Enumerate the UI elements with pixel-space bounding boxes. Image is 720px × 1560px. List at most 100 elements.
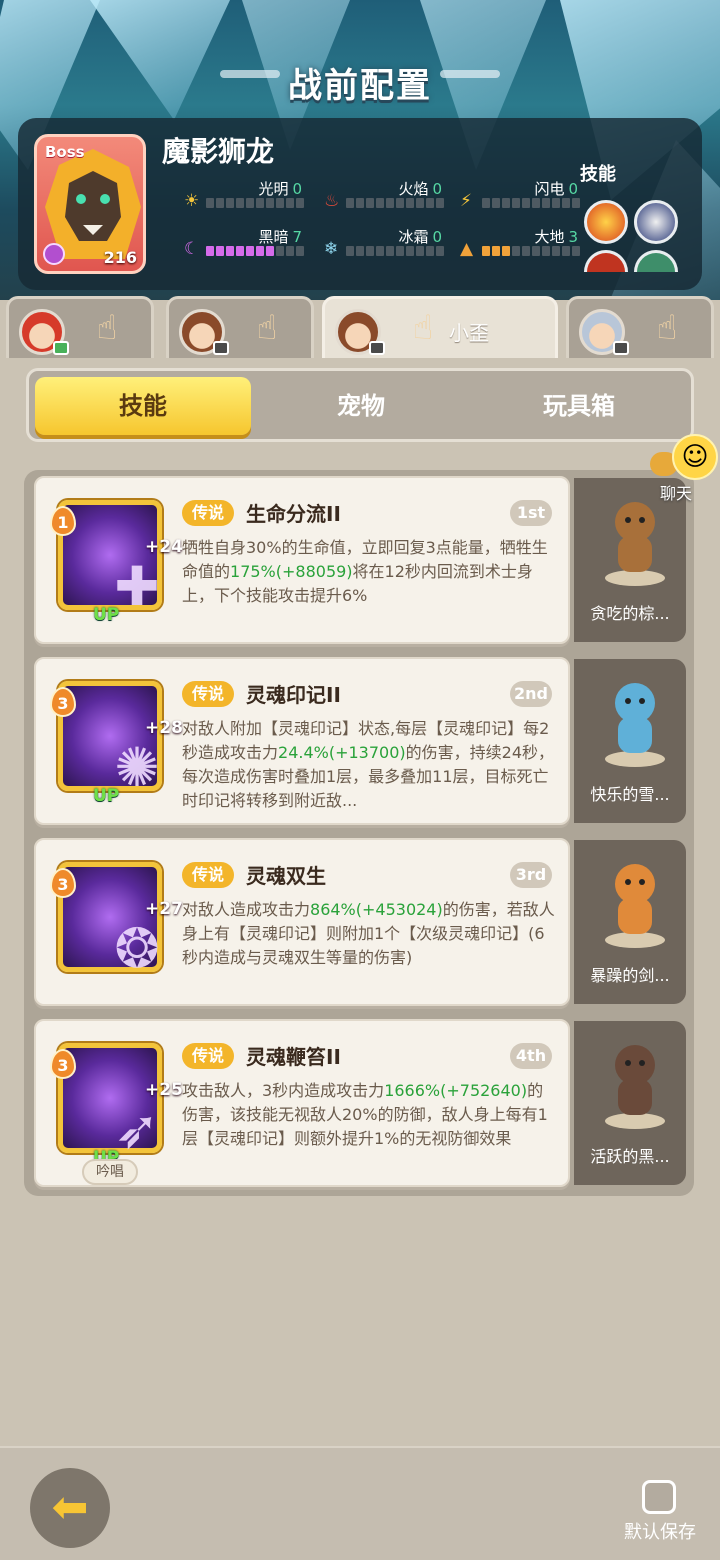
- chant-badge: 吟唱: [82, 1159, 138, 1185]
- tab-pets[interactable]: 宠物: [253, 377, 469, 435]
- upgrade-badge: UP: [93, 786, 120, 806]
- element-level-bar: [206, 246, 304, 256]
- skill-order: 1st: [510, 500, 552, 526]
- skill-description: 攻击敌人，3秒内造成攻击力1666%(+752640)的伤害，该技能无视敌人20…: [182, 1081, 548, 1148]
- pet-card[interactable]: 活跃的黑...: [574, 1021, 686, 1185]
- pet-name: 暴躁的剑...: [590, 966, 670, 985]
- skill-card[interactable]: ✺ +28 UP 3 传说 灵魂印记II 2nd 对敌人附加【灵魂印记】状态,每层【灵魂印记】…: [34, 657, 570, 825]
- tab-skills[interactable]: 技能: [35, 377, 251, 435]
- hand-pointer-icon: ☝: [96, 308, 118, 348]
- pet-figure-icon: [605, 502, 665, 586]
- pet-figure-icon: [605, 864, 665, 948]
- skill-card[interactable]: ❂ +27 3 传说 灵魂双生 3rd 对敌人造成攻击力864%(+453024)的伤害，若…: [34, 838, 570, 1006]
- element-3: ☾ 黑暗 7: [184, 228, 304, 260]
- badge-icon: [213, 341, 229, 355]
- skill-rank: 3: [50, 687, 76, 717]
- hero-tab-4[interactable]: ☝: [566, 296, 714, 358]
- lightning-icon: ⚡: [460, 191, 472, 211]
- page-title: 战前配置: [288, 66, 432, 106]
- sun-icon: ☀: [184, 191, 200, 211]
- element-level-bar: [482, 246, 580, 256]
- boss-skill-2-icon[interactable]: [634, 200, 678, 244]
- element-2: ⚡ 闪电 0: [460, 180, 580, 212]
- skill-order: 4th: [510, 1043, 552, 1069]
- element-label: 火焰 0: [398, 180, 442, 198]
- skill-name: 生命分流II: [246, 502, 341, 526]
- badge-icon: [613, 341, 629, 355]
- boss-tag: Boss: [45, 143, 85, 161]
- boss-info-panel: Boss 216 魔影狮龙 ☀ 光明 0 ♨ 火焰 0 ⚡ 闪电 0 ☾ 黑暗 7 ❄ 冰霜 0 ▲ 大地 3 技…: [18, 118, 702, 290]
- rarity-badge: 传说: [182, 500, 235, 526]
- element-level-bar: [206, 198, 304, 208]
- rarity-badge: 传说: [182, 681, 235, 707]
- skill-rank: 1: [50, 506, 76, 536]
- badge-icon: [369, 341, 385, 355]
- chat-badge-icon: [53, 341, 69, 355]
- skill-rank: 3: [50, 1049, 76, 1079]
- boss-skills-label: 技能: [580, 164, 616, 185]
- skill-description: 对敌人附加【灵魂印记】状态,每层【灵魂印记】每2秒造成攻击力24.4%(+137…: [182, 719, 555, 810]
- element-1: ♨ 火焰 0: [324, 180, 444, 212]
- element-level-bar: [346, 198, 444, 208]
- skill-name: 灵魂印记II: [246, 683, 341, 707]
- chat-icon[interactable]: ☺: [672, 434, 718, 480]
- pet-name: 快乐的雪...: [590, 785, 670, 804]
- element-label: 冰霜 0: [398, 228, 442, 246]
- mountain-icon: ▲: [460, 239, 474, 259]
- skill-order: 3rd: [510, 862, 552, 888]
- skill-description: 牺牲自身30%的生命值，立即回复3点能量，牺牲生命值的175%(+88059)将…: [182, 538, 548, 605]
- hero-name: 小歪: [449, 321, 489, 345]
- default-save-label[interactable]: 默认保存: [624, 1518, 696, 1544]
- hero-tab-3[interactable]: ☝ 小歪: [322, 296, 558, 362]
- element-level-bar: [346, 246, 444, 256]
- element-level-bar: [482, 198, 580, 208]
- skill-card[interactable]: ➶ +25 UP 3 吟唱 传说 灵魂鞭笞II 4th 攻击敌人，3秒内造成攻击力1666%(+…: [34, 1019, 570, 1187]
- skill-name: 灵魂双生: [246, 864, 326, 888]
- boss-name: 魔影狮龙: [162, 135, 275, 168]
- snowflake-icon: ❄: [324, 239, 339, 259]
- boss-portrait[interactable]: Boss 216: [34, 134, 146, 274]
- back-arrow-icon: ⬅: [51, 1482, 89, 1533]
- moon-icon: ☾: [184, 239, 200, 259]
- hero-tab-1[interactable]: ☝: [6, 296, 154, 358]
- skill-glyph-icon: ❂: [114, 917, 160, 980]
- boss-skill-1-icon[interactable]: [584, 200, 628, 244]
- boss-level: 216: [103, 248, 137, 267]
- upgrade-badge: UP: [93, 605, 120, 625]
- pet-name: 活跃的黑...: [590, 1147, 670, 1166]
- skill-order: 2nd: [510, 681, 552, 707]
- flame-icon: ♨: [324, 191, 340, 211]
- pet-card[interactable]: 快乐的雪...: [574, 659, 686, 823]
- element-label: 黑暗 7: [258, 228, 302, 246]
- rarity-badge: 传说: [182, 862, 235, 888]
- element-0: ☀ 光明 0: [184, 180, 304, 212]
- chat-label[interactable]: 聊天: [660, 480, 692, 504]
- skill-level-bonus: +28: [145, 718, 183, 738]
- back-button[interactable]: ⬅: [30, 1468, 110, 1548]
- boss-skill-4-icon[interactable]: [634, 250, 678, 272]
- skill-level-bonus: +24: [145, 537, 183, 557]
- hand-pointer-icon: ☝: [656, 308, 678, 348]
- element-label: 光明 0: [258, 180, 302, 198]
- skill-card[interactable]: ✚ +24 UP 1 传说 生命分流II 1st 牺牲自身30%的生命值，立即回复3点能量，牺…: [34, 476, 570, 644]
- pet-figure-icon: [605, 1045, 665, 1129]
- pet-name: 贪吃的棕...: [590, 604, 670, 623]
- rarity-badge: 传说: [182, 1043, 235, 1069]
- hand-pointer-icon: ☝: [256, 308, 278, 348]
- element-5: ▲ 大地 3: [460, 228, 580, 260]
- default-save-checkbox[interactable]: [642, 1480, 676, 1514]
- boss-skill-3-icon[interactable]: [584, 250, 628, 272]
- hero-tab-2[interactable]: ☝: [166, 296, 314, 358]
- element-4: ❄ 冰霜 0: [324, 228, 444, 260]
- element-label: 闪电 0: [534, 180, 578, 198]
- category-tabs: 技能 宠物 玩具箱: [26, 368, 694, 442]
- hand-pointer-icon: ☝: [412, 308, 434, 348]
- element-label: 大地 3: [534, 228, 578, 246]
- pet-card[interactable]: 暴躁的剑...: [574, 840, 686, 1004]
- skill-level-bonus: +25: [145, 1080, 183, 1100]
- tab-toybox[interactable]: 玩具箱: [471, 377, 687, 435]
- skill-name: 灵魂鞭笞II: [246, 1045, 341, 1069]
- skill-description: 对敌人造成攻击力864%(+453024)的伤害，若敌人身上有【灵魂印记】则附加…: [182, 900, 555, 967]
- pet-figure-icon: [605, 683, 665, 767]
- skill-level-bonus: +27: [145, 899, 183, 919]
